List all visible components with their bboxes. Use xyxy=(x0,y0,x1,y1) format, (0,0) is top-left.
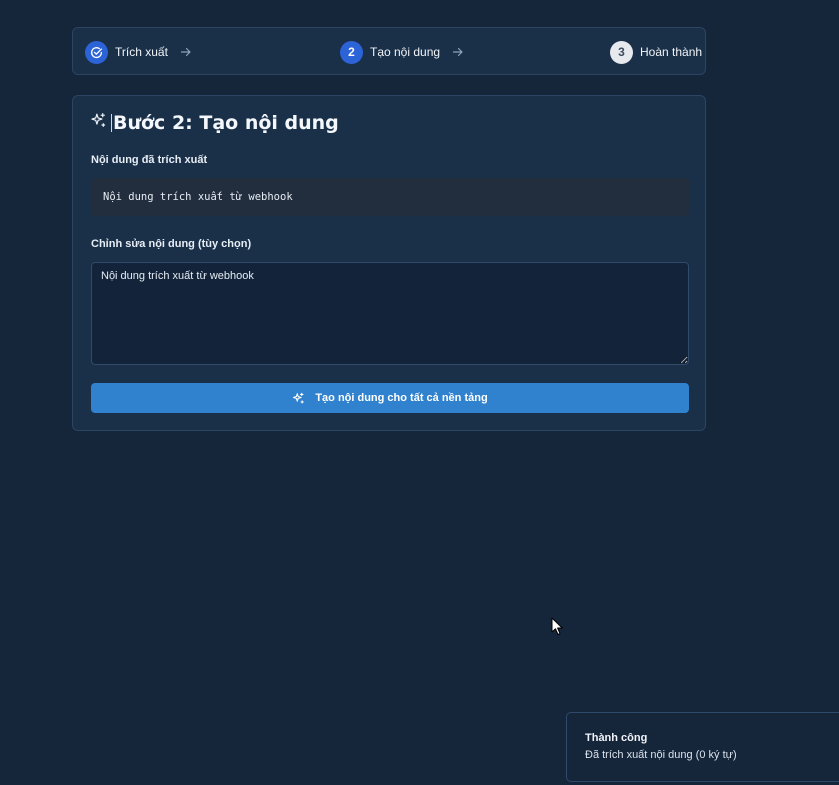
generate-all-platforms-button[interactable]: Tạo nội dung cho tất cả nền tảng xyxy=(91,383,689,413)
success-toast[interactable]: Thành công Đã trích xuất nội dung (0 ký … xyxy=(566,712,839,782)
check-circle-icon xyxy=(85,40,108,64)
step-number-3: 3 xyxy=(610,40,633,64)
text-caret xyxy=(111,114,112,132)
toast-message: Đã trích xuất nội dung (0 ký tự) xyxy=(585,749,737,761)
edit-content-label: Chỉnh sửa nội dung (tùy chọn) xyxy=(91,238,252,250)
mouse-cursor-icon xyxy=(551,617,564,642)
step-complete[interactable]: 3 Hoàn thành xyxy=(610,40,702,64)
step-number-2: 2 xyxy=(340,40,363,64)
extracted-content-display: Nội dung trích xuất từ webhook xyxy=(91,178,689,216)
step-generate[interactable]: 2 Tạo nội dung xyxy=(340,40,464,64)
edit-content-textarea[interactable]: Nội dung trích xuất từ webhook xyxy=(91,262,689,365)
extracted-content-label: Nội dung đã trích xuất xyxy=(91,154,208,166)
extracted-content-text: Nội dung trích xuất từ webhook xyxy=(103,191,293,203)
arrow-right-icon xyxy=(180,46,192,58)
step-extract[interactable]: Trích xuất xyxy=(85,40,192,64)
step-label-generate: Tạo nội dung xyxy=(370,45,441,59)
step-label-extract: Trích xuất xyxy=(115,45,168,59)
generate-button-label: Tạo nội dung cho tất cả nền tảng xyxy=(315,392,488,404)
sparkles-icon xyxy=(292,392,305,405)
arrow-right-icon xyxy=(452,46,464,58)
sparkles-icon xyxy=(90,112,107,134)
step-label-complete: Hoàn thành xyxy=(640,45,703,59)
toast-title: Thành công xyxy=(585,732,648,744)
stepper: Trích xuất 2 Tạo nội dung 3 Hoàn thành xyxy=(72,27,706,75)
page-title: Bước 2: Tạo nội dung xyxy=(113,112,339,134)
generate-content-card: Bước 2: Tạo nội dung Nội dung đã trích x… xyxy=(72,95,706,431)
card-header: Bước 2: Tạo nội dung xyxy=(90,112,339,134)
